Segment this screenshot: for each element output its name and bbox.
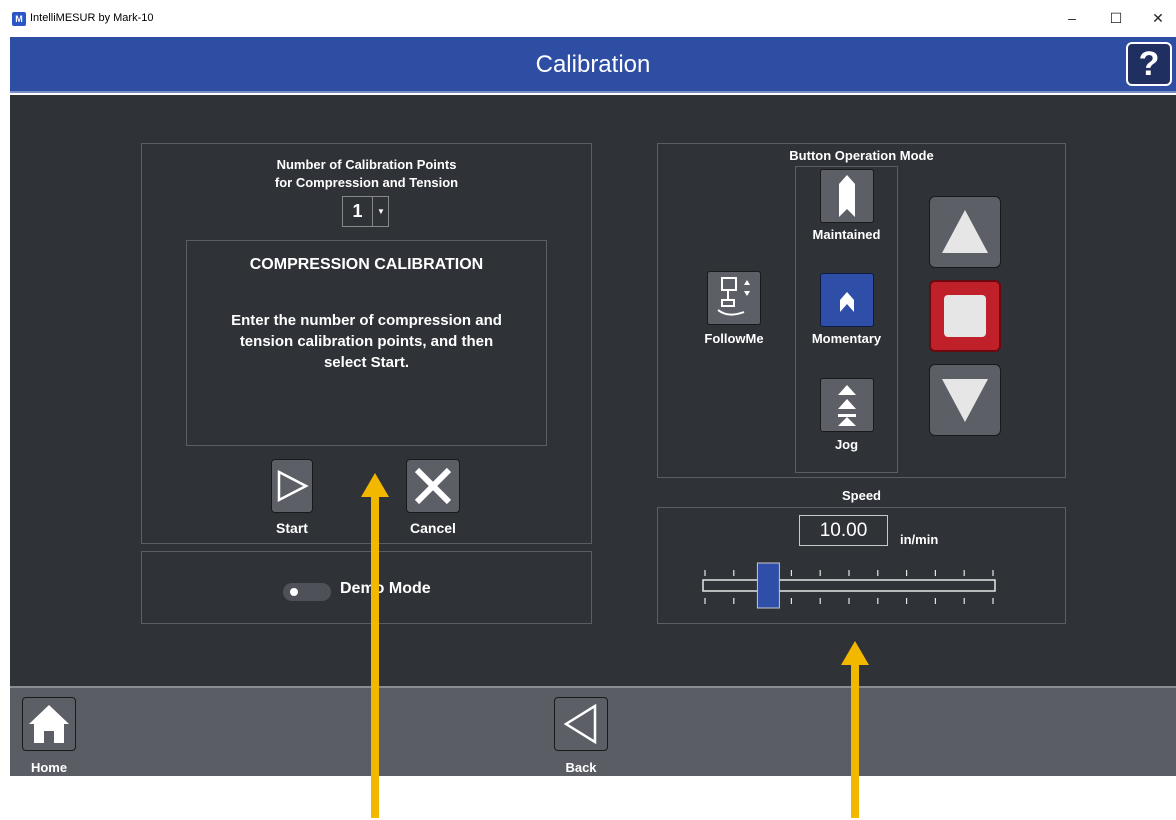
- chevron-down-icon: ▼: [377, 207, 385, 216]
- window-title: IntelliMESUR by Mark-10: [30, 12, 154, 24]
- move-up-button[interactable]: [929, 196, 1001, 268]
- annotation-arrow-speed: [841, 641, 869, 818]
- home-icon: [29, 705, 69, 743]
- toggle-knob: [290, 588, 298, 596]
- start-label: Start: [276, 520, 308, 536]
- points-label-line2: for Compression and Tension: [274, 175, 459, 190]
- cancel-label: Cancel: [410, 520, 456, 536]
- points-select-value: 1: [343, 197, 373, 226]
- jog-icon: [838, 385, 856, 426]
- speed-slider[interactable]: [700, 560, 1000, 610]
- back-icon: [563, 703, 597, 745]
- page-title: Calibration: [535, 51, 651, 78]
- momentary-label: Momentary: [811, 331, 882, 346]
- play-icon: [277, 469, 309, 503]
- speed-title: Speed: [841, 488, 881, 503]
- button-mode-title: Button Operation Mode: [789, 148, 934, 163]
- calibration-text-line2: tension calibration points, and then: [239, 333, 494, 350]
- calibration-box-title: COMPRESSION CALIBRATION: [249, 256, 484, 273]
- home-label: Home: [30, 760, 68, 775]
- maximize-button[interactable]: ☐: [1104, 9, 1128, 27]
- cancel-button[interactable]: [406, 459, 460, 513]
- points-select[interactable]: 1 ▼: [342, 196, 389, 227]
- window-titlebar: M IntelliMESUR by Mark-10 – ☐ ✕: [0, 0, 1176, 37]
- stop-button[interactable]: [929, 280, 1001, 352]
- triangle-up-icon: [942, 210, 988, 253]
- triangle-down-icon: [942, 379, 988, 422]
- followme-mode-button[interactable]: [707, 271, 761, 325]
- back-button[interactable]: [554, 697, 608, 751]
- annotation-arrow-calibration: [361, 473, 389, 818]
- back-label: Back: [565, 760, 597, 775]
- home-button[interactable]: [22, 697, 76, 751]
- close-icon: [414, 467, 452, 505]
- followme-label: FollowMe: [704, 331, 764, 346]
- slider-ticks: [704, 570, 994, 604]
- slider-thumb[interactable]: [756, 562, 780, 609]
- start-button[interactable]: [271, 459, 313, 513]
- page-header: Calibration ?: [10, 37, 1176, 93]
- stop-icon: [944, 295, 986, 337]
- followme-icon: [717, 277, 750, 316]
- calibration-text-line3: select Start.: [323, 354, 410, 371]
- move-down-button[interactable]: [929, 364, 1001, 436]
- maintained-mode-button[interactable]: [820, 169, 874, 223]
- close-button[interactable]: ✕: [1146, 9, 1170, 27]
- speed-value-input[interactable]: 10.00: [799, 515, 888, 546]
- help-button[interactable]: ?: [1126, 42, 1172, 86]
- app-logo-icon: M: [12, 12, 26, 26]
- momentary-mode-button[interactable]: [820, 273, 874, 327]
- maintained-icon: [839, 175, 855, 217]
- minimize-button[interactable]: –: [1060, 9, 1084, 27]
- jog-mode-button[interactable]: [820, 378, 874, 432]
- momentary-icon: [840, 292, 854, 312]
- jog-label: Jog: [834, 437, 859, 452]
- slider-track: [702, 579, 996, 592]
- demo-mode-toggle[interactable]: [283, 583, 331, 601]
- speed-unit: in/min: [900, 532, 939, 547]
- calibration-text-line1: Enter the number of compression and: [231, 312, 502, 329]
- points-label-line1: Number of Calibration Points: [276, 157, 457, 172]
- maintained-label: Maintained: [812, 227, 881, 242]
